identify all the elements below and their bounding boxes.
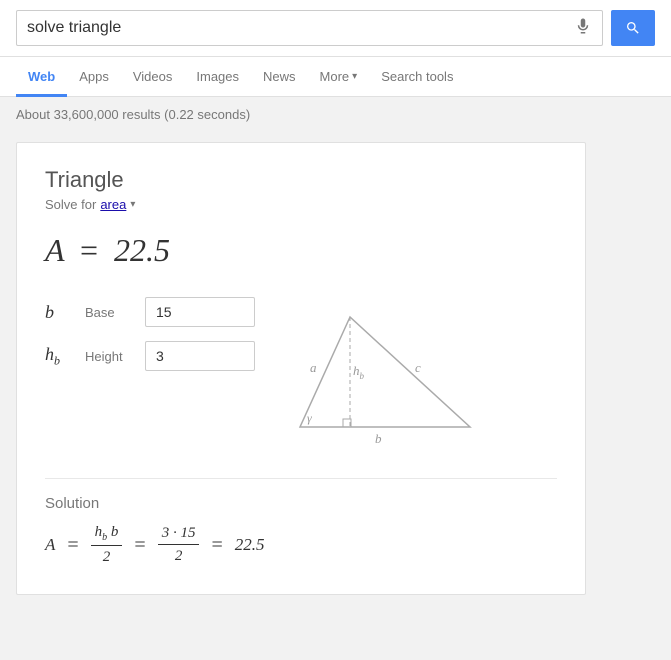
solve-for-row: Solve for area ▾ (45, 197, 557, 212)
input-height[interactable]: 3 (145, 341, 255, 371)
solution-result: 22.5 (235, 535, 265, 555)
solution-formula: A = hb b 2 = 3 · 15 2 = 22.5 (45, 524, 557, 566)
input-row-height: hb Height 3 (45, 341, 255, 371)
result-var: A (45, 232, 64, 268)
inputs-diagram: b Base 15 hb Height 3 (45, 297, 557, 450)
solution-eq1: = (67, 534, 78, 557)
fraction-numerator: hb b (91, 524, 123, 546)
solution-eq3: = (211, 534, 222, 557)
solution-section: Solution A = hb b 2 = 3 · 15 2 = (45, 478, 557, 566)
svg-text:γ: γ (307, 411, 312, 425)
result-value: 22.5 (114, 232, 170, 268)
tab-videos[interactable]: Videos (121, 59, 185, 97)
tab-images[interactable]: Images (184, 59, 251, 97)
tab-more[interactable]: More ▾ (308, 59, 370, 97)
input-row-base: b Base 15 (45, 297, 255, 327)
var-name-base: Base (85, 305, 135, 320)
solution-title: Solution (45, 495, 557, 512)
search-button[interactable] (611, 10, 655, 46)
calculator-card: Triangle Solve for area ▾ A = 22.5 b Bas… (16, 142, 586, 595)
calc-title: Triangle (45, 167, 557, 193)
solve-for-label: Solve for (45, 197, 96, 212)
search-box: solve triangle (16, 10, 603, 46)
tab-web[interactable]: Web (16, 59, 67, 97)
results-count-text: About 33,600,000 results (0.22 seconds) (16, 107, 250, 122)
svg-text:hb: hb (353, 363, 365, 381)
tab-news[interactable]: News (251, 59, 308, 97)
results-count: About 33,600,000 results (0.22 seconds) (0, 97, 671, 132)
svg-text:a: a (310, 360, 317, 375)
chevron-down-icon: ▾ (352, 71, 357, 82)
fraction-symbolic: hb b 2 (91, 524, 123, 566)
main-content: Triangle Solve for area ▾ A = 22.5 b Bas… (0, 132, 671, 605)
nav-tabs: Web Apps Videos Images News More ▾ Searc… (0, 57, 671, 97)
solve-for-link[interactable]: area (100, 197, 126, 212)
fraction-numeric: 3 · 15 2 (158, 525, 200, 565)
result-display: A = 22.5 (45, 232, 557, 269)
fraction-denominator: 2 (99, 547, 115, 566)
input-base[interactable]: 15 (145, 297, 255, 327)
tab-search-tools[interactable]: Search tools (369, 59, 465, 97)
solve-for-dropdown-icon[interactable]: ▾ (130, 199, 135, 210)
mic-icon[interactable] (574, 17, 592, 40)
result-equals: = (80, 232, 98, 268)
triangle-diagram: a c hb b γ (285, 307, 485, 450)
svg-text:b: b (375, 431, 382, 446)
fraction-numeric-denominator: 2 (171, 546, 187, 565)
svg-text:c: c (415, 360, 421, 375)
solution-eq2: = (134, 534, 145, 557)
solution-lhs: A (45, 535, 55, 555)
fraction-numeric-numerator: 3 · 15 (158, 525, 200, 545)
search-input[interactable]: solve triangle (27, 19, 574, 37)
search-header: solve triangle (0, 0, 671, 57)
var-label-b: b (45, 302, 75, 323)
var-label-h: hb (45, 344, 75, 369)
inputs-section: b Base 15 hb Height 3 (45, 297, 255, 371)
var-name-height: Height (85, 349, 135, 364)
tab-apps[interactable]: Apps (67, 59, 121, 97)
